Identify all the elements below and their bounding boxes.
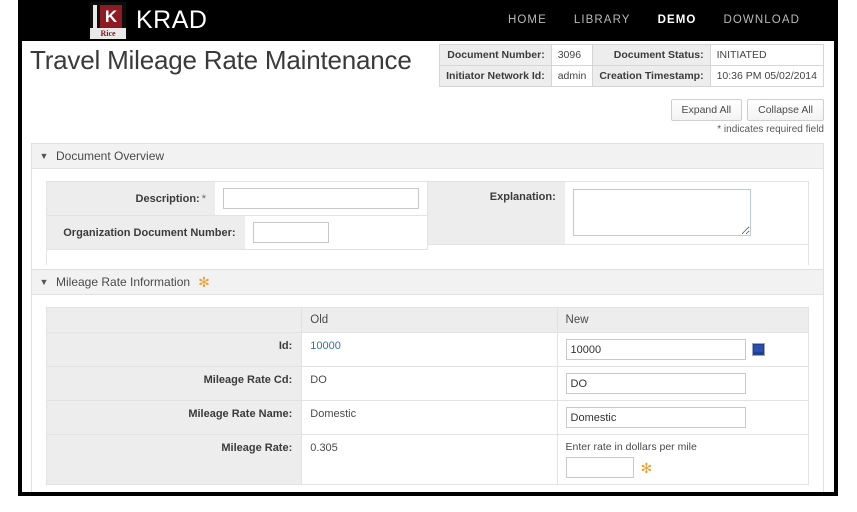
page-title: Travel Mileage Rate Maintenance [30, 45, 412, 75]
column-header-blank [45, 307, 303, 333]
new-value-mileage-rate-cd [556, 366, 810, 401]
logo-bar-shape [93, 5, 97, 28]
required-field-note: * indicates required field [717, 124, 824, 135]
mileage-rate-cd-input[interactable] [565, 373, 746, 394]
table-row: Initiator Network Id: admin Creation Tim… [439, 65, 825, 87]
section-title-document-overview: Document Overview [56, 149, 165, 163]
explanation-filler-cell [564, 249, 808, 261]
main-nav-menu: HOME LIBRARY DEMO DOWNLOAD [508, 14, 800, 26]
rice-logo-icon: K Rice [90, 2, 126, 39]
screenshot-root: K Rice KRAD HOME LIBRARY DEMO DOWNLOAD T… [0, 0, 857, 512]
new-value-mileage-rate-name [556, 400, 810, 435]
document-info-table: Document Number: 3096 Document Status: I… [439, 44, 825, 87]
description-required-marker: * [201, 192, 206, 205]
old-value-id-link[interactable]: 10000 [310, 340, 341, 352]
document-status-value: INITIATED [709, 44, 825, 66]
initiator-network-id-value: admin [550, 65, 594, 87]
creation-timestamp-value: 10:36 PM 05/02/2014 [709, 65, 825, 87]
org-doc-number-input[interactable] [252, 222, 329, 243]
expand-collapse-toolbar: Expand All Collapse All [670, 99, 824, 121]
explanation-value-cell [564, 182, 808, 244]
description-label: Description: * [47, 182, 215, 215]
nav-item-demo[interactable]: DEMO [658, 14, 697, 26]
section-body-document-overview: Description: * Organization Document Num… [32, 169, 823, 277]
old-value-mileage-rate: 0.305 [301, 434, 558, 485]
collapse-all-button[interactable]: Collapse All [747, 99, 824, 121]
required-asterisk-icon: ✻ [198, 274, 210, 290]
direct-inquiry-icon[interactable] [751, 343, 765, 356]
table-row: Document Number: 3096 Document Status: I… [439, 44, 825, 66]
mileage-rate-name-input[interactable] [565, 407, 746, 428]
table-row: Mileage Rate Name: Domestic [45, 400, 810, 435]
column-header-old: Old [301, 307, 558, 333]
nav-item-home[interactable]: HOME [508, 14, 547, 26]
mileage-rate-hint: Enter rate in dollars per mile [565, 441, 697, 453]
description-input[interactable] [223, 188, 419, 209]
org-doc-number-value-cell [244, 216, 427, 249]
chevron-down-icon[interactable]: ▼ [36, 277, 52, 287]
initiator-network-id-label: Initiator Network Id: [439, 65, 552, 87]
row-label-mileage-rate-cd: Mileage Rate Cd: [45, 366, 303, 401]
logo-k-letter: K [104, 7, 118, 26]
column-header-new: New [556, 307, 810, 333]
new-value-id [556, 332, 810, 367]
new-value-mileage-rate: Enter rate in dollars per mile ✻ [556, 434, 810, 485]
field-row-org-doc-number: Organization Document Number: [47, 216, 428, 250]
field-row-description: Description: * [47, 182, 428, 216]
section-document-overview: ▼ Document Overview Description: * Organ… [31, 143, 824, 278]
required-asterisk-icon: ✻ [640, 459, 653, 476]
document-number-label: Document Number: [439, 44, 552, 66]
row-label-mileage-rate: Mileage Rate: [45, 434, 303, 485]
nav-item-library[interactable]: LIBRARY [574, 14, 631, 26]
table-row: Mileage Rate Cd: DO [45, 366, 810, 401]
table-row: Mileage Rate: 0.305 Enter rate in dollar… [45, 434, 810, 485]
explanation-label: Explanation: [428, 182, 565, 244]
mileage-rate-input-group: ✻ [565, 457, 800, 478]
old-value-mileage-rate-name: Domestic [301, 400, 558, 435]
field-row-explanation: Explanation: [428, 182, 809, 245]
old-value-id: 10000 [301, 332, 558, 367]
creation-timestamp-label: Creation Timestamp: [592, 65, 711, 87]
description-value-cell [215, 182, 427, 215]
description-label-text: Description: [135, 192, 200, 205]
table-row: Id: 10000 [45, 332, 810, 367]
expand-all-button[interactable]: Expand All [670, 99, 743, 121]
top-navigation-bar: K Rice KRAD HOME LIBRARY DEMO DOWNLOAD [18, 0, 838, 41]
document-number-value: 3096 [550, 44, 594, 66]
section-title-mileage-rate: Mileage Rate Information [56, 275, 191, 289]
section-header-document-overview[interactable]: ▼ Document Overview [32, 144, 823, 169]
org-doc-number-label: Organization Document Number: [47, 216, 245, 249]
explanation-filler-row [428, 245, 809, 265]
table-header-row: Old New [45, 307, 810, 333]
overview-right-column: Explanation: [428, 182, 809, 265]
nav-item-download[interactable]: DOWNLOAD [723, 14, 800, 26]
row-label-id: Id: [45, 332, 303, 367]
document-status-label: Document Status: [592, 44, 711, 66]
mileage-rate-input[interactable] [565, 457, 634, 478]
overview-left-column: Description: * Organization Document Num… [47, 182, 428, 265]
brand-name: KRAD [136, 6, 208, 34]
old-new-comparison-table: Old New Id: 10000 10000 Mileage Rate Cd:… [45, 307, 810, 485]
overview-field-grid: Description: * Organization Document Num… [46, 181, 809, 265]
section-body-mileage-rate: Old New Id: 10000 10000 Mileage Rate Cd:… [32, 295, 823, 492]
old-value-mileage-rate-cd: DO [301, 366, 558, 401]
row-label-mileage-rate-name: Mileage Rate Name: [45, 400, 303, 435]
section-header-mileage-rate[interactable]: ▼ Mileage Rate Information ✻ [32, 270, 823, 295]
page-content: Travel Mileage Rate Maintenance Document… [22, 41, 834, 492]
id-input[interactable] [565, 339, 746, 360]
logo-rice-label: Rice [90, 28, 126, 39]
explanation-filler-label [428, 245, 565, 265]
explanation-textarea[interactable] [572, 189, 751, 236]
chevron-down-icon[interactable]: ▼ [36, 151, 52, 161]
id-input-group [565, 339, 765, 360]
section-mileage-rate-information: ▼ Mileage Rate Information ✻ Old New Id:… [31, 269, 824, 492]
brand-logo[interactable]: K Rice KRAD [90, 2, 208, 39]
